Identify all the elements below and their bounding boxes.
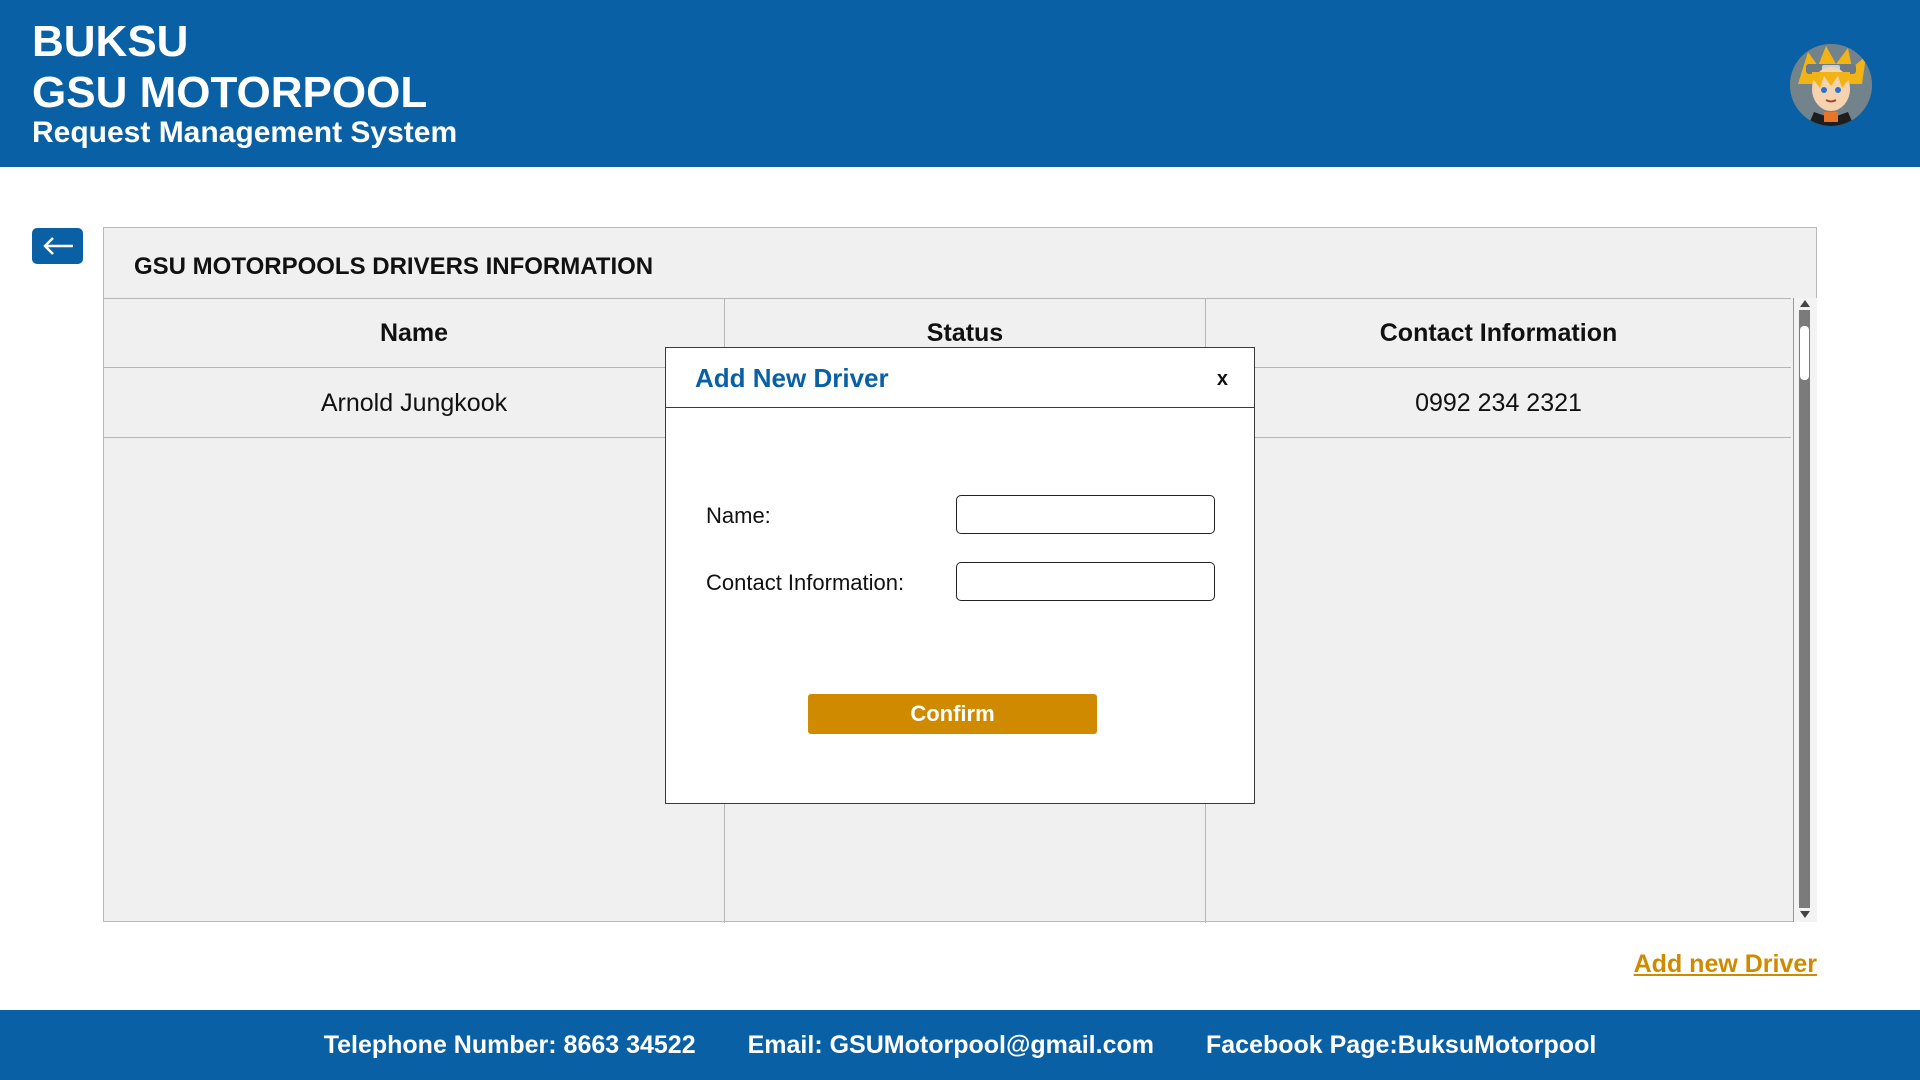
modal-header: Add New Driver x bbox=[666, 348, 1254, 408]
avatar[interactable] bbox=[1790, 44, 1872, 126]
table-scrollbar[interactable] bbox=[1793, 298, 1817, 922]
scroll-thumb[interactable] bbox=[1800, 326, 1809, 380]
footer-email: Email: GSUMotorpool@gmail.com bbox=[747, 1030, 1154, 1059]
scroll-up-arrow-icon[interactable] bbox=[1800, 300, 1810, 307]
app-header: BUKSU GSU MOTORPOOL Request Management S… bbox=[0, 0, 1920, 167]
name-label: Name: bbox=[706, 503, 771, 528]
contact-input[interactable] bbox=[956, 562, 1215, 601]
brand-subtitle: GSU MOTORPOOL bbox=[32, 68, 428, 117]
modal-close-button[interactable]: x bbox=[1217, 368, 1228, 391]
add-new-driver-link[interactable]: Add new Driver bbox=[1634, 950, 1817, 979]
contact-label: Contact Information: bbox=[706, 570, 905, 595]
brand-tagline: Request Management System bbox=[32, 116, 458, 149]
column-header-contact[interactable]: Contact Information bbox=[1206, 299, 1791, 367]
cell-contact[interactable]: 0992 234 2321 bbox=[1206, 368, 1791, 438]
name-input[interactable] bbox=[956, 495, 1215, 534]
footer: Telephone Number: 8663 34522 Email: GSUM… bbox=[0, 1010, 1920, 1080]
scroll-track[interactable] bbox=[1799, 310, 1810, 908]
footer-telephone: Telephone Number: 8663 34522 bbox=[323, 1030, 696, 1059]
panel-title: GSU MOTORPOOLS DRIVERS INFORMATION bbox=[134, 253, 654, 280]
arrow-left-icon bbox=[42, 237, 73, 255]
add-driver-modal: Add New Driver x Name: Contact Informati… bbox=[665, 347, 1255, 804]
avatar-image bbox=[1790, 44, 1872, 126]
confirm-button[interactable]: Confirm bbox=[808, 694, 1097, 734]
back-button[interactable] bbox=[32, 228, 83, 264]
scroll-down-arrow-icon[interactable] bbox=[1800, 911, 1810, 918]
footer-facebook: Facebook Page:BuksuMotorpool bbox=[1205, 1030, 1597, 1059]
modal-title: Add New Driver bbox=[695, 363, 889, 393]
cell-name[interactable]: Arnold Jungkook bbox=[104, 368, 724, 438]
column-header-name[interactable]: Name bbox=[104, 299, 724, 367]
brand-title: BUKSU bbox=[32, 17, 189, 66]
